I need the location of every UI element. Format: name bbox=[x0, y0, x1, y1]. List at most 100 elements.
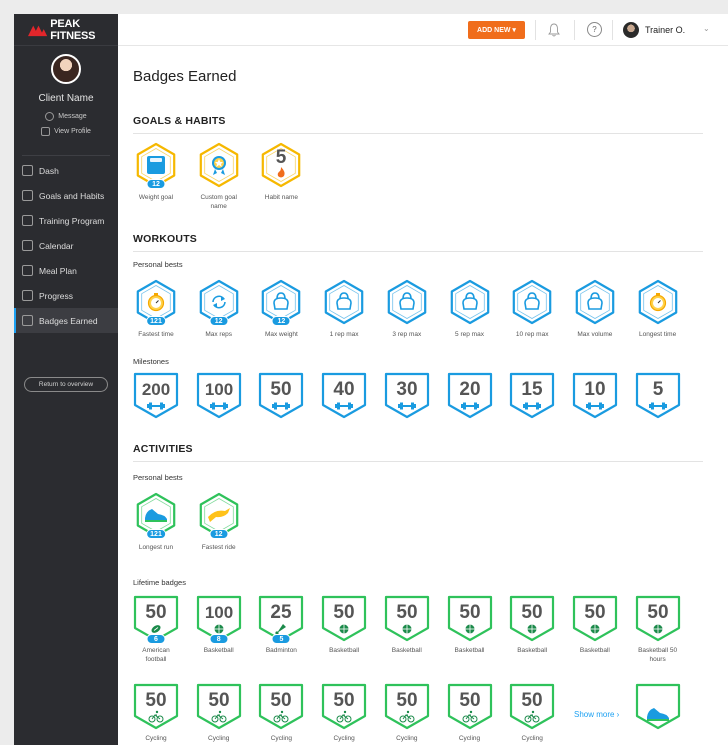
badge-label: Cycling bbox=[458, 735, 481, 742]
workout-personal-best-badge[interactable]: 10 rep max bbox=[507, 278, 557, 339]
badge-hex bbox=[324, 279, 364, 325]
divider bbox=[535, 20, 536, 40]
show-more-link[interactable]: Show more › bbox=[574, 710, 619, 719]
lifetime-badge[interactable]: 50 Cycling bbox=[445, 682, 495, 743]
goal-badge[interactable]: Custom goal name bbox=[194, 141, 244, 211]
badge-number: 50 bbox=[145, 602, 166, 623]
lifetime-badge[interactable]: 25 5 Badminton bbox=[256, 594, 306, 655]
divider bbox=[133, 251, 703, 252]
sidebar-item-goals-and-habits[interactable]: Goals and Habits bbox=[14, 183, 118, 208]
basketball-icon bbox=[214, 624, 224, 634]
message-link-label: Message bbox=[58, 113, 87, 120]
sidebar-item-badges-earned[interactable]: Badges Earned bbox=[14, 308, 118, 333]
milestone-badge[interactable]: 20 bbox=[445, 371, 495, 421]
section-heading-goals: GOALS & HABITS bbox=[133, 115, 226, 127]
badge-number: 50 bbox=[584, 602, 605, 623]
workout-personal-best-badge[interactable]: 12 Max weight bbox=[256, 278, 306, 339]
milestone-badge[interactable]: 200 bbox=[131, 371, 181, 421]
lifetime-badge[interactable]: 100 8 Basketball bbox=[194, 594, 244, 655]
message-link[interactable]: Message bbox=[22, 112, 110, 121]
lifetime-badge[interactable]: 50 6 American football bbox=[131, 594, 181, 664]
badge-label: Cycling bbox=[333, 735, 355, 742]
badge-shield: 50 bbox=[635, 595, 680, 642]
goal-badge[interactable]: 12 Weight goal bbox=[131, 141, 181, 202]
goal-badge[interactable]: 5 Habit name bbox=[256, 141, 306, 202]
lifetime-badge[interactable]: 50 Basketball bbox=[319, 594, 369, 655]
lifetime-badge[interactable]: 50 Cycling bbox=[319, 682, 369, 743]
add-new-button[interactable]: ADD NEW ▾ bbox=[468, 21, 525, 39]
milestone-badge[interactable]: 15 bbox=[507, 371, 557, 421]
lifetime-badge[interactable]: 50 Cycling bbox=[131, 682, 181, 743]
milestone-badge[interactable]: 5 bbox=[633, 371, 683, 421]
sidebar-item-label: Meal Plan bbox=[39, 265, 77, 276]
milestone-badge[interactable]: 10 bbox=[570, 371, 620, 421]
badge-number: 50 bbox=[271, 379, 292, 400]
message-icon bbox=[45, 112, 55, 121]
workout-personal-best-badge[interactable]: 3 rep max bbox=[382, 278, 432, 339]
milestone-badge[interactable]: 40 bbox=[319, 371, 369, 421]
grid-icon bbox=[22, 315, 33, 326]
lifetime-badge[interactable]: 50 Cycling bbox=[382, 682, 432, 743]
client-avatar[interactable] bbox=[51, 54, 81, 84]
milestone-badge[interactable]: 30 bbox=[382, 371, 432, 421]
badge-number: 10 bbox=[584, 379, 605, 400]
badge-number: 50 bbox=[396, 602, 417, 623]
divider bbox=[574, 20, 575, 40]
chevron-down-icon[interactable]: ⌄ bbox=[703, 24, 710, 33]
sidebar-item-label: Goals and Habits bbox=[39, 190, 105, 201]
bell-icon[interactable] bbox=[548, 23, 560, 37]
workout-personal-best-badge[interactable]: 12 Max reps bbox=[194, 278, 244, 339]
workout-personal-best-badge[interactable]: 121 Fastest time bbox=[131, 278, 181, 339]
badge-label: Fastest time bbox=[138, 331, 174, 338]
lifetime-badge[interactable]: 50 Cycling bbox=[194, 682, 244, 743]
sidebar-item-label: Training Program bbox=[39, 215, 105, 226]
badge-number: 100 bbox=[205, 603, 233, 622]
divider bbox=[133, 461, 703, 462]
lifetime-badge[interactable]: 50 Cycling bbox=[507, 682, 557, 743]
basketball-icon bbox=[653, 624, 663, 634]
lifetime-badge[interactable]: 50 Basketball 50 hours bbox=[633, 594, 683, 664]
lifetime-badge[interactable]: 50 Basketball bbox=[445, 594, 495, 655]
badge-hex: 5 bbox=[262, 142, 301, 188]
return-to-overview-button[interactable]: Return to overview bbox=[24, 377, 108, 392]
badge-number: 20 bbox=[459, 379, 480, 400]
milestone-badge[interactable]: 100 bbox=[194, 371, 244, 421]
badge-shield: 50 bbox=[259, 683, 304, 730]
activity-personal-best-badge[interactable]: 121 Longest run bbox=[131, 491, 181, 552]
milestone-badge[interactable]: 50 bbox=[256, 371, 306, 421]
trainer-name[interactable]: Trainer O. bbox=[645, 25, 685, 35]
workout-personal-best-badge[interactable]: Longest time bbox=[633, 278, 683, 339]
workout-personal-best-badge[interactable]: 1 rep max bbox=[319, 278, 369, 339]
badge-number: 50 bbox=[459, 602, 480, 623]
workout-personal-best-badge[interactable]: Max volume bbox=[570, 278, 620, 339]
sidebar-item-progress[interactable]: Progress bbox=[14, 283, 118, 308]
badge-number: 50 bbox=[459, 690, 480, 711]
badge-number: 50 bbox=[334, 690, 355, 711]
help-icon[interactable]: ? bbox=[587, 22, 602, 37]
lifetime-badge[interactable]: 50 Basketball bbox=[507, 594, 557, 655]
view-profile-link[interactable]: View Profile bbox=[22, 127, 110, 136]
badge-label: Max reps bbox=[205, 331, 233, 338]
badge-number: 200 bbox=[142, 380, 170, 399]
trainer-avatar[interactable] bbox=[623, 22, 639, 38]
activity-personal-best-badge[interactable]: 12 Fastest ride bbox=[194, 491, 244, 552]
lifetime-badge[interactable]: 50 Cycling bbox=[256, 682, 306, 743]
brand-logo[interactable]: PEAK FITNESS bbox=[14, 14, 118, 46]
badge-label: Cycling bbox=[145, 735, 167, 742]
lifetime-badge[interactable]: 50 Basketball bbox=[570, 594, 620, 655]
workout-personal-best-badge[interactable]: 5 rep max bbox=[445, 278, 495, 339]
lifetime-badge-running[interactable] bbox=[633, 682, 683, 732]
sidebar-item-meal-plan[interactable]: Meal Plan bbox=[14, 258, 118, 283]
sidebar-item-dash[interactable]: Dash bbox=[14, 158, 118, 183]
sidebar-item-label: Progress bbox=[39, 290, 74, 301]
badge-number: 50 bbox=[271, 690, 292, 711]
sidebar-item-calendar[interactable]: Calendar bbox=[14, 233, 118, 258]
sidebar-item-training-program[interactable]: Training Program bbox=[14, 208, 118, 233]
lifetime-badge[interactable]: 50 Basketball bbox=[382, 594, 432, 655]
badge-label: Max volume bbox=[577, 331, 613, 338]
badge-shield: 50 bbox=[447, 683, 492, 730]
badge-count: 5 bbox=[271, 634, 291, 644]
badge-number: 50 bbox=[208, 690, 229, 711]
badge-label: Habit name bbox=[264, 194, 299, 201]
badge-label: Weight goal bbox=[138, 194, 174, 201]
